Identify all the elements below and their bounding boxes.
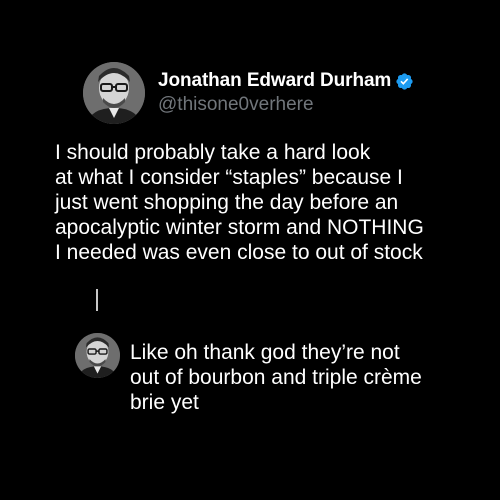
portrait-man-glasses-avatar-icon bbox=[83, 62, 145, 124]
author-name[interactable]: Jonathan Edward Durham bbox=[158, 70, 391, 92]
reply-text-line: out of bourbon and triple crème bbox=[130, 366, 422, 389]
author-avatar[interactable] bbox=[83, 62, 145, 124]
reply-author-avatar[interactable] bbox=[75, 333, 120, 378]
tweet-thread-canvas: Jonathan Edward Durham @thisone0verhere … bbox=[0, 0, 500, 500]
verified-badge-icon bbox=[395, 72, 414, 91]
tweet-text-line: I needed was even close to out of stock bbox=[55, 241, 423, 264]
tweet-text-line: just went shopping the day before an bbox=[55, 191, 399, 214]
portrait-man-glasses-avatar-icon bbox=[75, 333, 120, 378]
author-handle[interactable]: @thisone0verhere bbox=[158, 94, 314, 116]
tweet-text-line: apocalyptic winter storm and NOTHING bbox=[55, 216, 424, 239]
reply-text-line: brie yet bbox=[130, 391, 199, 414]
reply-text: Like oh thank god they’re not out of bou… bbox=[130, 340, 490, 415]
author-name-row: Jonathan Edward Durham bbox=[158, 70, 414, 92]
tweet-text-line: at what I consider “staples” because I bbox=[55, 166, 403, 189]
tweet-text-line: I should probably take a hard look bbox=[55, 141, 371, 164]
tweet-text: I should probably take a hard look at wh… bbox=[55, 140, 485, 265]
thread-connector-line bbox=[96, 289, 98, 311]
reply-text-line: Like oh thank god they’re not bbox=[130, 341, 400, 364]
